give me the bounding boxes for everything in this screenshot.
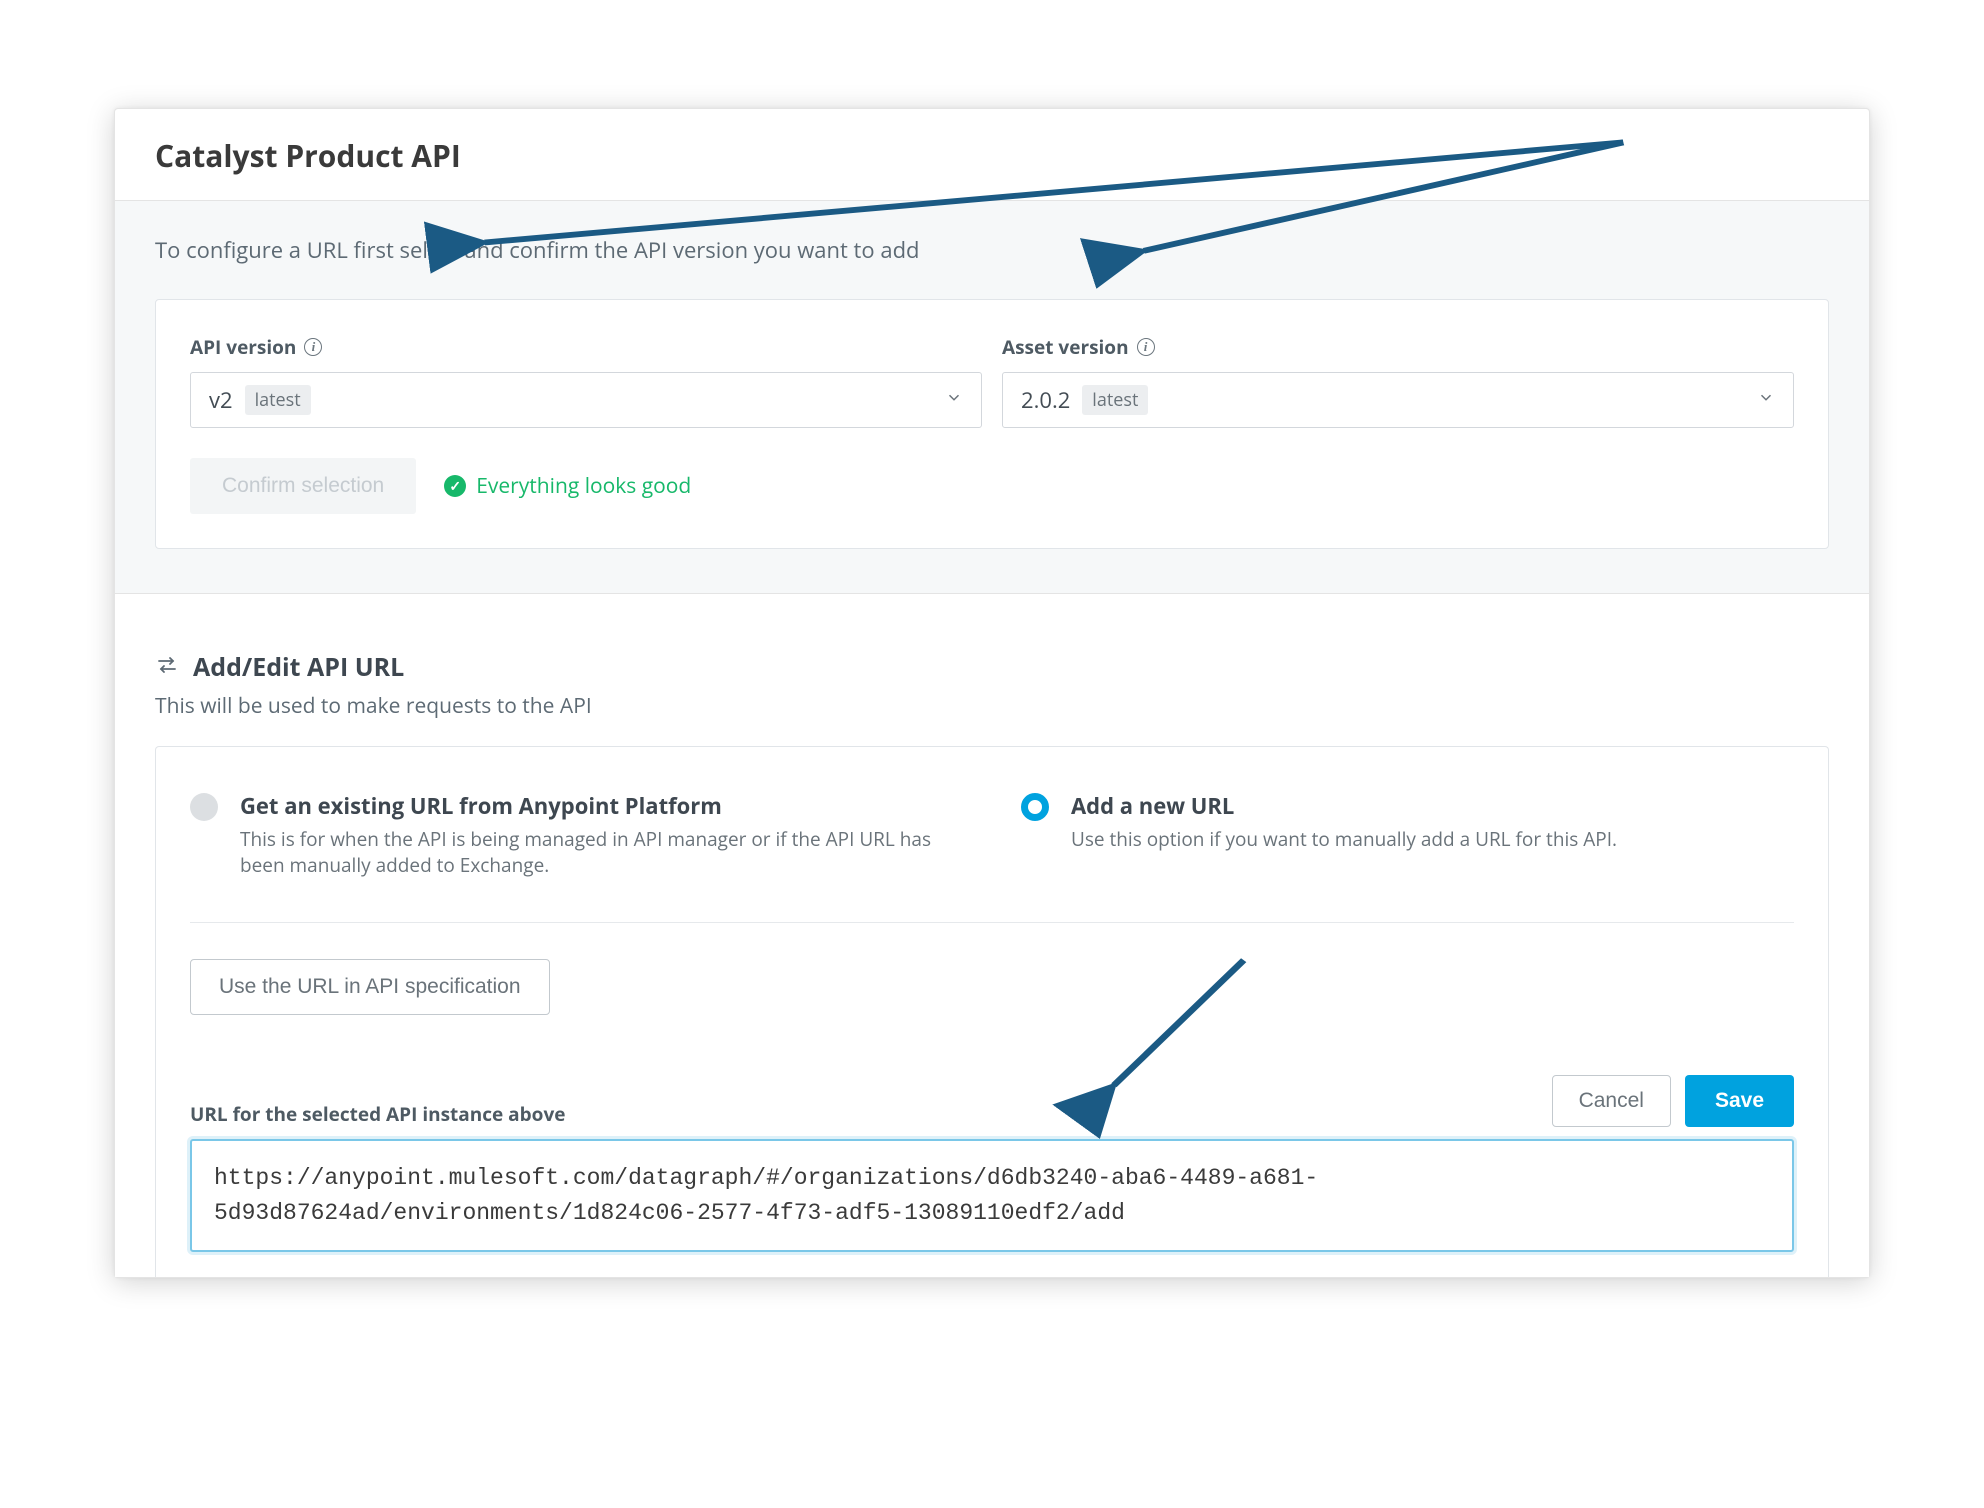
option-existing-url[interactable]: Get an existing URL from Anypoint Platfo… [190,791,963,878]
version-panel: API version i v2 latest [155,299,1829,549]
confirm-selection-button: Confirm selection [190,458,416,514]
option-new-title: Add a new URL [1071,791,1617,821]
status-text: Everything looks good [476,472,691,500]
chevron-down-icon [945,389,963,412]
page-title: Catalyst Product API [155,135,1829,176]
radio-unchecked-icon [190,793,218,821]
asset-version-field: Asset version i 2.0.2 latest [1002,334,1794,428]
card-header: Catalyst Product API [115,109,1869,201]
option-new-desc: Use this option if you want to manually … [1071,827,1617,853]
url-heading-text: Add/Edit API URL [193,650,404,684]
asset-version-select[interactable]: 2.0.2 latest [1002,372,1794,428]
url-input-block: URL for the selected API instance above … [190,1075,1794,1257]
api-version-label-text: API version [190,334,296,360]
radio-checked-icon [1021,793,1049,821]
url-input[interactable] [190,1139,1794,1252]
check-circle-icon: ✓ [444,475,466,497]
confirm-row: Confirm selection ✓ Everything looks goo… [190,458,1794,514]
url-panel: Get an existing URL from Anypoint Platfo… [155,746,1829,1277]
instruction-text: To configure a URL first select and conf… [155,235,1829,265]
api-version-value: v2 [209,385,233,415]
save-button[interactable]: Save [1685,1075,1794,1127]
url-input-label: URL for the selected API instance above [190,1101,565,1127]
asset-version-label-text: Asset version [1002,334,1129,360]
swap-icon [155,653,179,682]
version-section: To configure a URL first select and conf… [115,201,1869,594]
url-heading: Add/Edit API URL [155,650,1829,684]
api-config-card: Catalyst Product API To configure a URL … [114,108,1870,1278]
asset-version-label: Asset version i [1002,334,1794,360]
url-section: Add/Edit API URL This will be used to ma… [115,594,1869,1277]
cancel-button[interactable]: Cancel [1552,1075,1671,1127]
chevron-down-icon [1757,389,1775,412]
option-existing-title: Get an existing URL from Anypoint Platfo… [240,791,963,821]
use-spec-url-button[interactable]: Use the URL in API specification [190,959,550,1015]
info-icon[interactable]: i [1137,338,1155,356]
url-subheading: This will be used to make requests to th… [155,692,1829,720]
api-version-select[interactable]: v2 latest [190,372,982,428]
divider [190,922,1794,923]
asset-version-value: 2.0.2 [1021,385,1070,415]
api-version-label: API version i [190,334,982,360]
option-existing-desc: This is for when the API is being manage… [240,827,963,878]
latest-tag: latest [1082,385,1148,415]
status-message: ✓ Everything looks good [444,472,691,500]
info-icon[interactable]: i [304,338,322,356]
api-version-field: API version i v2 latest [190,334,982,428]
latest-tag: latest [245,385,311,415]
url-option-group: Get an existing URL from Anypoint Platfo… [190,791,1794,878]
option-new-url[interactable]: Add a new URL Use this option if you wan… [1021,791,1794,878]
url-button-group: Cancel Save [1552,1075,1794,1127]
